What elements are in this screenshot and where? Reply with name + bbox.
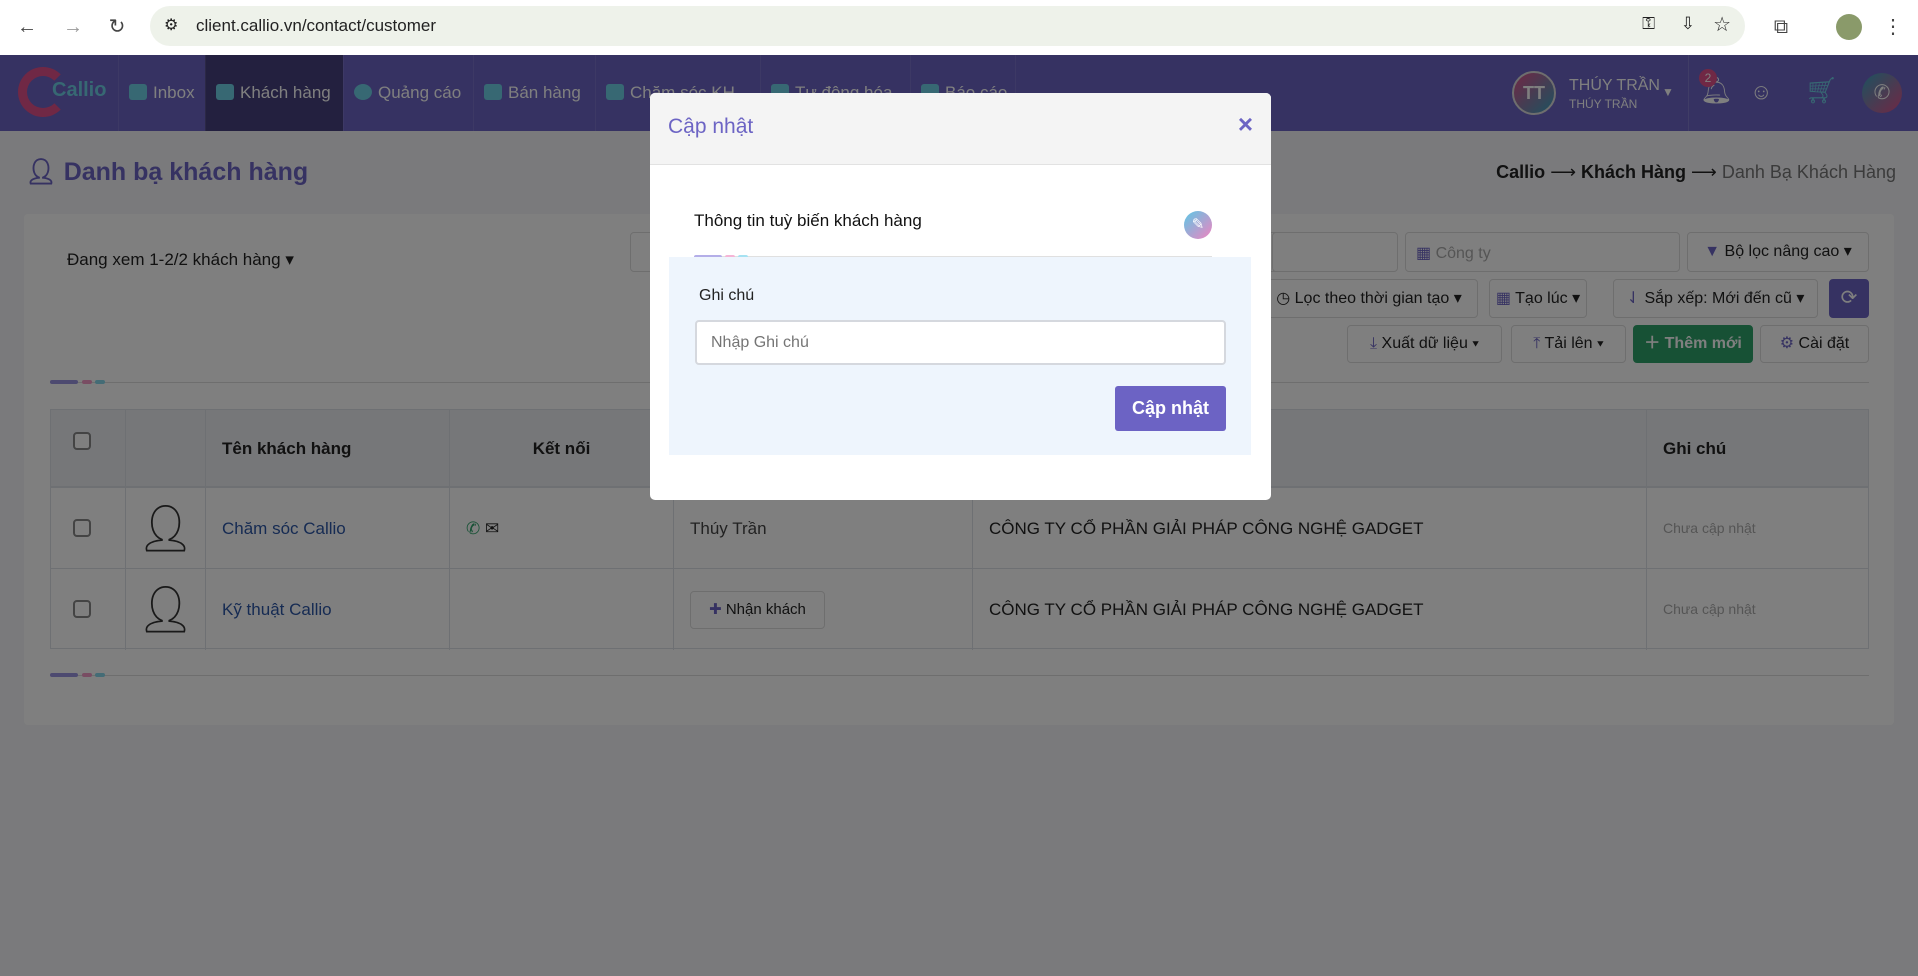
back-icon[interactable]: ←	[14, 14, 40, 40]
star-icon[interactable]: ☆	[1713, 12, 1731, 37]
site-info-icon[interactable]: ⚙	[164, 15, 178, 35]
note-label: Ghi chú	[699, 287, 755, 304]
section-title: Thông tin tuỳ biến khách hàng	[694, 211, 922, 230]
extensions-icon[interactable]: ⧉	[1768, 14, 1794, 40]
browser-toolbar: ← → ↻ ⚙ client.callio.vn/contact/custome…	[0, 0, 1918, 55]
form-area: Ghi chú Cập nhật	[669, 257, 1251, 455]
submit-update-button[interactable]: Cập nhật	[1115, 386, 1226, 431]
profile-avatar[interactable]	[1836, 14, 1862, 40]
close-icon[interactable]: ×	[1238, 109, 1253, 140]
install-icon[interactable]: ⇩	[1681, 14, 1695, 34]
reload-icon[interactable]: ↻	[104, 14, 130, 40]
address-bar[interactable]: ⚙ client.callio.vn/contact/customer ⚿ ⇩ …	[150, 6, 1745, 46]
key-icon[interactable]: ⚿	[1642, 14, 1655, 34]
edit-icon[interactable]: ✎	[1184, 211, 1212, 239]
update-modal: Cập nhật × Thông tin tuỳ biến khách hàng…	[650, 93, 1271, 500]
note-input[interactable]	[695, 320, 1226, 365]
url-text: client.callio.vn/contact/customer	[196, 16, 436, 35]
menu-icon[interactable]: ⋮	[1880, 14, 1906, 40]
custom-info-panel: Thông tin tuỳ biến khách hàng ✎ Ghi chú …	[669, 183, 1251, 455]
forward-icon[interactable]: →	[60, 14, 86, 40]
modal-title: Cập nhật	[668, 115, 754, 138]
modal-header: Cập nhật ×	[650, 93, 1271, 165]
